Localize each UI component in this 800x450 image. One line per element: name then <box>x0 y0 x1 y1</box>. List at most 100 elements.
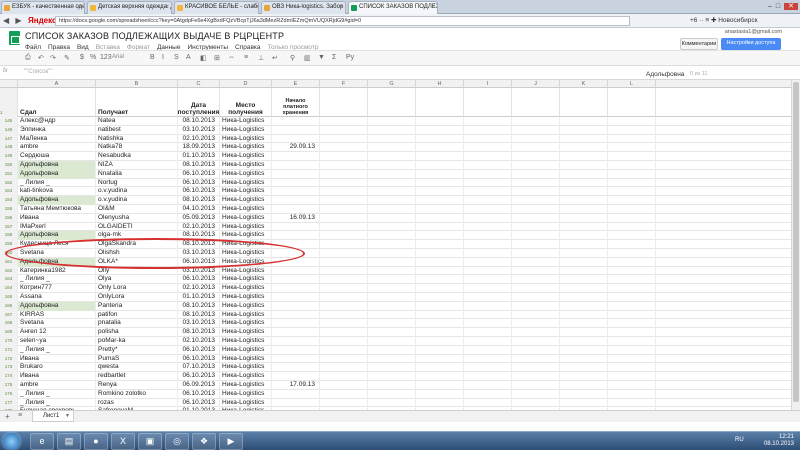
table-cell[interactable] <box>608 240 656 249</box>
table-cell[interactable]: Катеринка1982 <box>18 266 96 276</box>
table-cell[interactable]: Адольфовна <box>18 196 96 205</box>
column-header[interactable]: A <box>18 80 96 88</box>
table-cell[interactable]: Ника-Logistics <box>220 354 272 364</box>
table-cell[interactable] <box>464 319 512 329</box>
table-cell[interactable] <box>320 328 368 337</box>
table-cell[interactable]: Olishsh <box>96 249 178 258</box>
table-cell[interactable]: Ника-Logistics <box>220 345 272 355</box>
table-cell[interactable] <box>368 310 416 320</box>
table-row[interactable]: 177 _ Лилия _ rozas 06.10.2013 Ника-Logistic… <box>0 398 791 408</box>
table-cell[interactable] <box>272 125 320 135</box>
table-cell[interactable]: Svetana <box>18 319 96 329</box>
table-cell[interactable]: Ника-Logistics <box>220 328 272 337</box>
scrollbar-thumb[interactable] <box>793 82 799 402</box>
column-header[interactable]: G <box>368 80 416 88</box>
font-selector[interactable]: Arial <box>112 54 124 60</box>
taskbar-app-icon[interactable]: ▣ <box>138 433 162 450</box>
table-cell[interactable] <box>512 328 560 337</box>
column-header[interactable]: D <box>220 80 272 88</box>
table-cell[interactable] <box>272 363 320 373</box>
column-title[interactable]: Получает <box>96 88 178 117</box>
table-cell[interactable] <box>368 143 416 153</box>
table-cell[interactable] <box>416 257 464 267</box>
table-cell[interactable] <box>368 152 416 161</box>
table-cell[interactable] <box>512 231 560 241</box>
table-cell[interactable]: 01.10.2013 <box>178 152 220 161</box>
table-cell[interactable] <box>608 266 656 276</box>
table-cell[interactable]: Ника-Logistics <box>220 143 272 153</box>
table-cell[interactable] <box>368 125 416 135</box>
table-cell[interactable]: Ника-Logistics <box>220 301 272 311</box>
table-cell[interactable]: 08.10.2013 <box>178 301 220 311</box>
table-cell[interactable] <box>368 354 416 364</box>
table-cell[interactable] <box>608 398 656 408</box>
borders-icon[interactable]: ⊞ <box>214 54 220 62</box>
table-cell[interactable]: Natea <box>96 117 178 126</box>
table-cell[interactable] <box>416 310 464 320</box>
table-cell[interactable] <box>464 389 512 399</box>
table-cell[interactable]: Ника-Logistics <box>220 372 272 381</box>
table-cell[interactable] <box>464 337 512 346</box>
table-cell[interactable] <box>560 266 608 276</box>
table-cell[interactable] <box>368 275 416 285</box>
table-cell[interactable] <box>464 161 512 170</box>
table-cell[interactable] <box>512 222 560 232</box>
table-cell[interactable] <box>512 169 560 179</box>
row-number[interactable]: 173 <box>0 363 18 373</box>
table-cell[interactable]: Ника-Logistics <box>220 319 272 329</box>
table-cell[interactable]: 08.10.2013 <box>178 310 220 320</box>
table-cell[interactable]: _ Лилия _ <box>18 178 96 188</box>
row-number[interactable]: 156 <box>0 213 18 223</box>
table-cell[interactable]: Ника-Logistics <box>220 196 272 205</box>
table-cell[interactable] <box>560 310 608 320</box>
table-cell[interactable]: _ Лилия _ <box>18 398 96 408</box>
table-cell[interactable] <box>560 319 608 329</box>
table-cell[interactable]: 06.10.2013 <box>178 169 220 179</box>
table-cell[interactable] <box>416 240 464 249</box>
row-number[interactable]: 166 <box>0 301 18 311</box>
close-icon[interactable]: × <box>252 2 256 13</box>
table-cell[interactable] <box>320 345 368 355</box>
table-cell[interactable] <box>320 213 368 223</box>
table-cell[interactable]: Ника-Logistics <box>220 134 272 144</box>
table-cell[interactable] <box>368 213 416 223</box>
table-cell[interactable] <box>512 319 560 329</box>
text-color-icon[interactable]: A <box>186 54 191 61</box>
table-cell[interactable]: qwesta <box>96 363 178 373</box>
table-cell[interactable] <box>608 152 656 161</box>
table-cell[interactable] <box>560 134 608 144</box>
table-cell[interactable] <box>272 301 320 311</box>
row-number[interactable]: 152 <box>0 178 18 188</box>
table-cell[interactable] <box>416 161 464 170</box>
table-cell[interactable] <box>560 249 608 258</box>
table-cell[interactable] <box>320 363 368 373</box>
table-cell[interactable] <box>512 284 560 293</box>
table-cell[interactable] <box>368 240 416 249</box>
table-cell[interactable] <box>416 301 464 311</box>
table-cell[interactable]: Nnatalia <box>96 169 178 179</box>
table-cell[interactable] <box>416 398 464 408</box>
table-cell[interactable] <box>320 143 368 153</box>
table-cell[interactable] <box>464 143 512 153</box>
table-cell[interactable] <box>368 187 416 197</box>
table-cell[interactable] <box>608 319 656 329</box>
table-cell[interactable] <box>512 381 560 390</box>
row-number[interactable]: 147 <box>0 134 18 144</box>
table-cell[interactable]: Адольфовна <box>18 301 96 311</box>
taskbar-app-icon[interactable]: X <box>111 433 135 450</box>
table-cell[interactable] <box>464 257 512 267</box>
row-number[interactable]: 154 <box>0 196 18 205</box>
table-cell[interactable]: 18.09.2013 <box>178 143 220 153</box>
table-cell[interactable]: Ника-Logistics <box>220 178 272 188</box>
table-cell[interactable] <box>512 310 560 320</box>
row-number[interactable]: 177 <box>0 398 18 408</box>
empty-cell[interactable] <box>560 88 608 117</box>
table-cell[interactable] <box>464 301 512 311</box>
table-cell[interactable] <box>464 284 512 293</box>
table-cell[interactable] <box>512 125 560 135</box>
table-cell[interactable] <box>560 284 608 293</box>
table-cell[interactable]: natibest <box>96 125 178 135</box>
column-header[interactable]: E <box>272 80 320 88</box>
table-cell[interactable]: o.v.yudina <box>96 187 178 197</box>
table-cell[interactable]: _ Лилия _ <box>18 389 96 399</box>
